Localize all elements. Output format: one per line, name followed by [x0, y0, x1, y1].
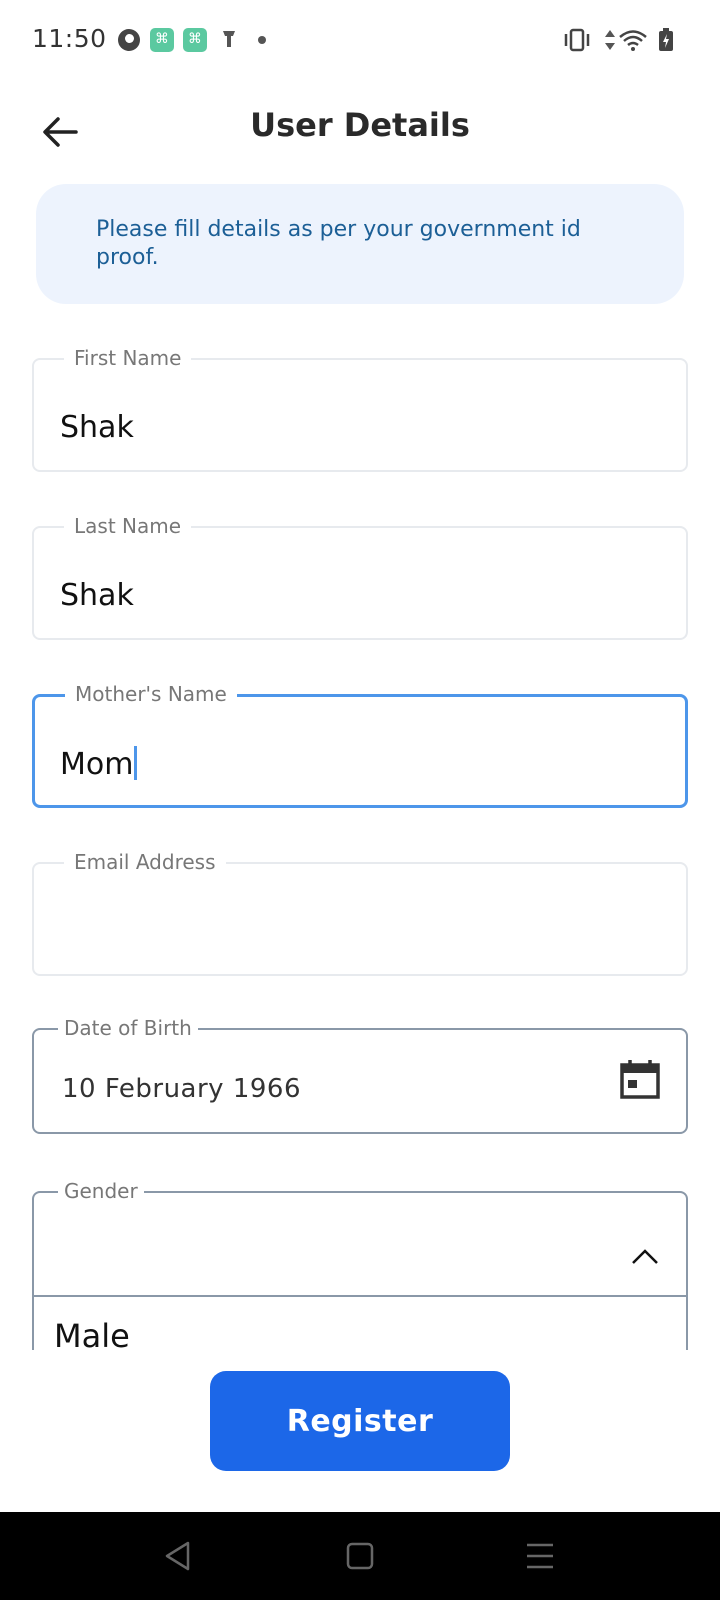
vibrate-icon: [564, 28, 590, 52]
data-arrows-icon: [605, 30, 615, 50]
calendar-icon[interactable]: [618, 1058, 662, 1102]
mothers-name-field[interactable]: Mother's Name Mom: [32, 682, 688, 808]
email-label: Email Address: [64, 850, 226, 874]
first-name-value: Shak: [60, 410, 134, 445]
info-banner: Please fill details as per your governme…: [36, 184, 684, 304]
dob-value: 10 February 1966: [62, 1074, 301, 1104]
mothers-name-label: Mother's Name: [65, 682, 237, 706]
back-triangle-icon[interactable]: [158, 1536, 198, 1576]
pinwheel-icon: [118, 29, 140, 51]
home-square-icon[interactable]: [340, 1536, 380, 1576]
mothers-name-value: Mom: [60, 747, 134, 782]
app-notification-icon: [183, 28, 207, 52]
menu-lines-icon[interactable]: [520, 1536, 560, 1576]
text-cursor: [134, 746, 138, 780]
wifi-icon: [619, 30, 647, 51]
system-nav-bar: [0, 1512, 720, 1600]
info-banner-text: Please fill details as per your governme…: [96, 217, 581, 270]
last-name-field[interactable]: Last Name Shak: [32, 514, 688, 640]
last-name-label: Last Name: [64, 514, 192, 538]
first-name-field[interactable]: First Name Shak: [32, 346, 688, 472]
status-bar: 11:50: [0, 0, 720, 80]
last-name-value: Shak: [60, 578, 134, 613]
page-title: User Details: [250, 106, 470, 144]
chevron-up-icon[interactable]: [630, 1247, 660, 1267]
vpn-key-icon: [223, 31, 235, 47]
app-notification-icon: [150, 28, 174, 52]
email-field[interactable]: Email Address: [32, 850, 688, 976]
app-header: User Details: [0, 90, 720, 170]
first-name-label: First Name: [64, 346, 192, 370]
more-dot-icon: [258, 36, 266, 44]
gender-label: Gender: [58, 1179, 144, 1203]
dob-label: Date of Birth: [58, 1016, 198, 1040]
dob-field[interactable]: Date of Birth 10 February 1966: [32, 1016, 688, 1134]
register-button[interactable]: Register: [210, 1371, 510, 1471]
dropdown-divider: [34, 1295, 686, 1297]
battery-charging-icon: [659, 28, 673, 51]
status-time: 11:50: [32, 24, 107, 53]
